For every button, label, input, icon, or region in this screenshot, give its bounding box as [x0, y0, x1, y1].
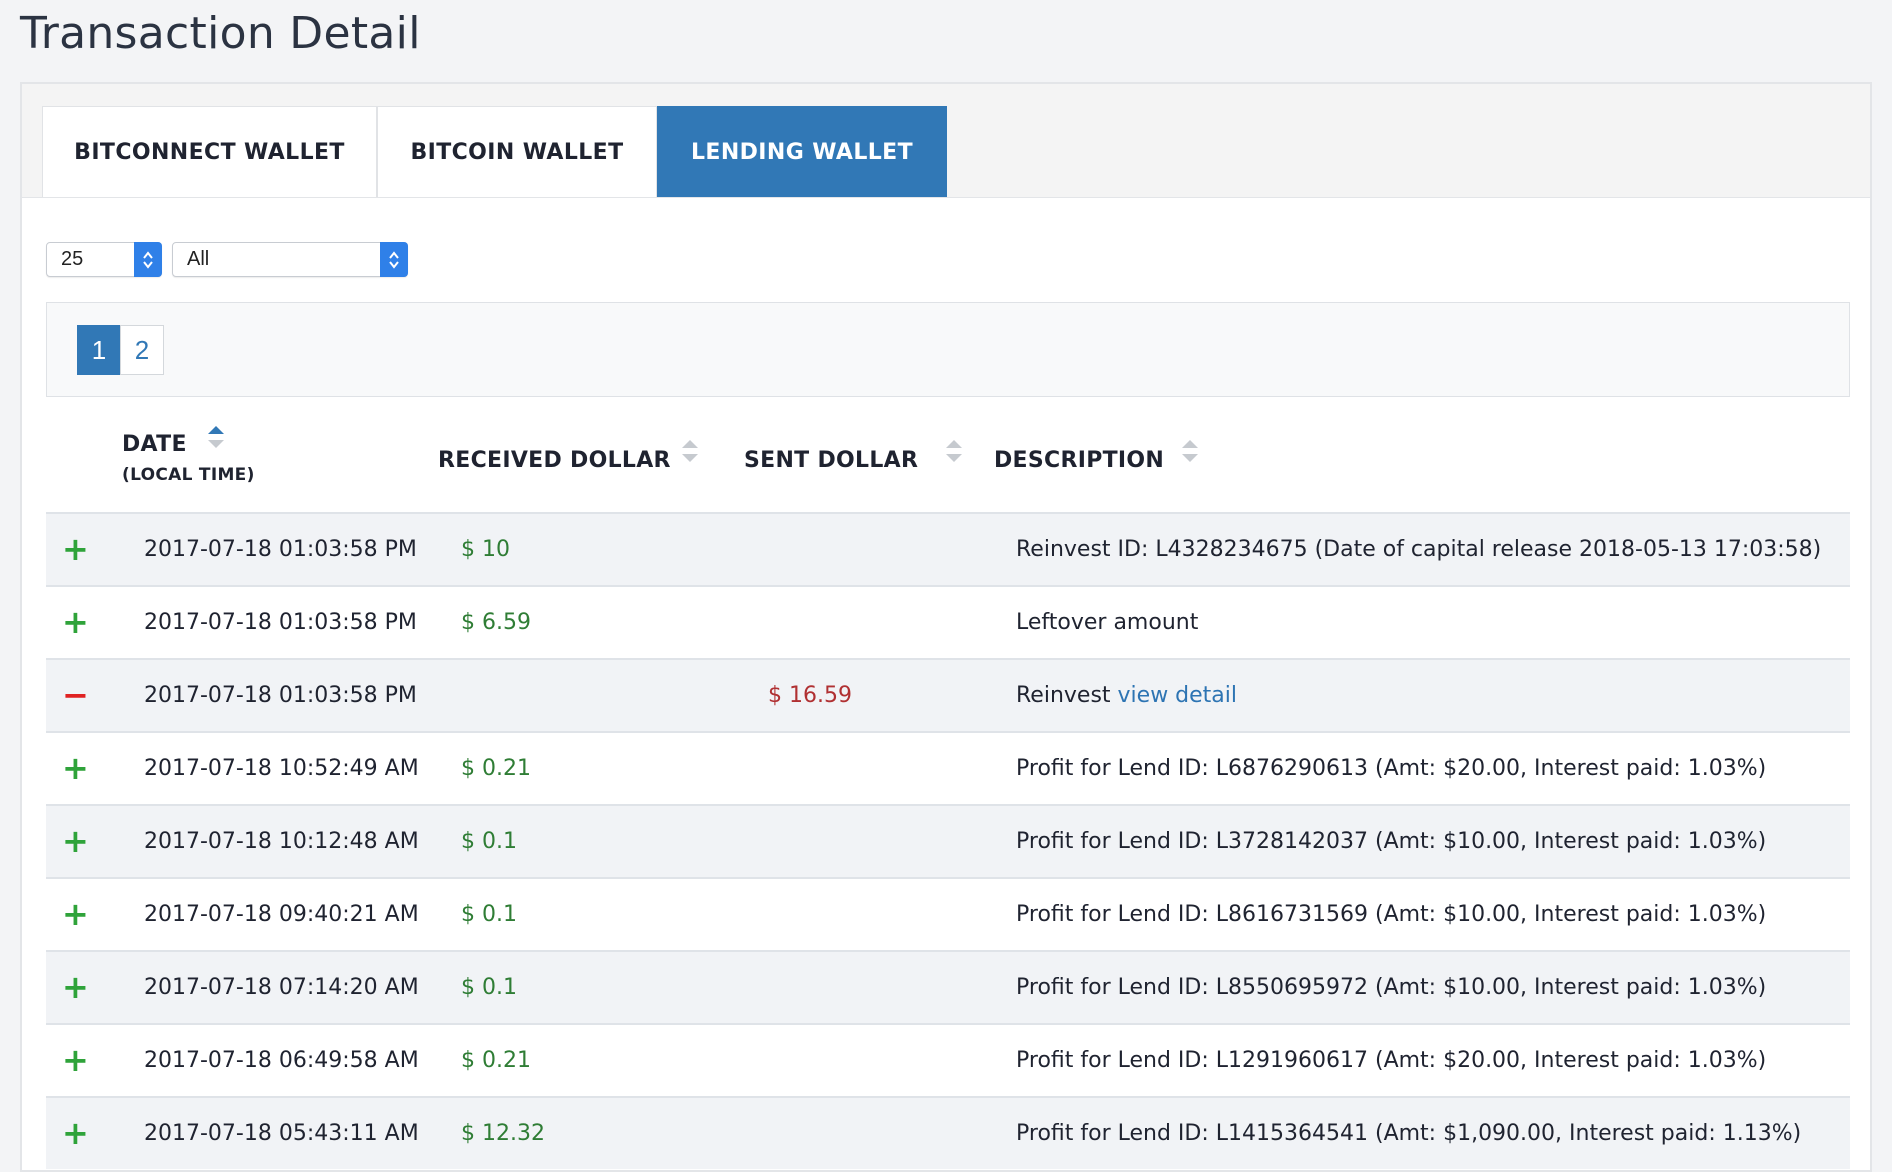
sort-arrows-icon[interactable]	[1180, 436, 1200, 470]
table-row: + 2017-07-18 06:49:58 AM $ 0.21 Profit f…	[46, 1023, 1850, 1096]
table-row: + 2017-07-18 05:43:11 AM $ 12.32 Profit …	[46, 1096, 1850, 1169]
row-description: Profit for Lend ID: L6876290613 (Amt: $2…	[1016, 756, 1767, 781]
page-1-button[interactable]: 1	[77, 325, 121, 375]
row-received: $ 0.21	[461, 1048, 531, 1073]
type-filter-value: All	[187, 248, 210, 270]
row-description: Profit for Lend ID: L1291960617 (Amt: $2…	[1016, 1048, 1767, 1073]
transactions-card: BITCONNECT WALLET BITCOIN WALLET LENDING…	[20, 82, 1872, 1172]
tab-bitconnect-wallet[interactable]: BITCONNECT WALLET	[42, 106, 377, 197]
column-header-date[interactable]: DATE (LOCAL TIME)	[122, 432, 255, 485]
row-description: Profit for Lend ID: L8616731569 (Amt: $1…	[1016, 902, 1767, 927]
plus-icon: +	[62, 1114, 89, 1152]
wallet-tabs: BITCONNECT WALLET BITCOIN WALLET LENDING…	[22, 84, 1870, 198]
table-row: + 2017-07-18 10:12:48 AM $ 0.1 Profit fo…	[46, 804, 1850, 877]
page-size-value: 25	[61, 248, 84, 270]
row-received: $ 0.1	[461, 975, 517, 1000]
table-row: + 2017-07-18 01:03:58 PM $ 10 Reinvest I…	[46, 512, 1850, 585]
page-size-select[interactable]: 25	[46, 242, 162, 277]
row-date: 2017-07-18 01:03:58 PM	[144, 683, 417, 708]
updown-chevron-icon	[380, 242, 408, 277]
row-description: Reinvest ID: L4328234675 (Date of capita…	[1016, 537, 1822, 562]
table-row: − 2017-07-18 01:03:58 PM $ 16.59 Reinves…	[46, 658, 1850, 731]
view-detail-link[interactable]: view detail	[1118, 683, 1238, 708]
page-title: Transaction Detail	[20, 8, 421, 59]
plus-icon: +	[62, 530, 89, 568]
plus-icon: +	[62, 1041, 89, 1079]
pagination-bar: 1 2	[46, 302, 1850, 397]
updown-chevron-icon	[134, 242, 162, 277]
row-received: $ 10	[461, 537, 510, 562]
row-sent: $ 16.59	[768, 683, 852, 708]
row-date: 2017-07-18 06:49:58 AM	[144, 1048, 419, 1073]
row-received: $ 12.32	[461, 1121, 545, 1146]
sort-arrows-icon[interactable]	[680, 436, 700, 470]
row-description-text: Reinvest	[1016, 683, 1118, 708]
sort-arrows-icon[interactable]	[206, 422, 226, 456]
plus-icon: +	[62, 895, 89, 933]
table-row: + 2017-07-18 10:52:49 AM $ 0.21 Profit f…	[46, 731, 1850, 804]
column-header-sent[interactable]: SENT DOLLAR	[744, 448, 918, 473]
plus-icon: +	[62, 822, 89, 860]
transactions-table-body: + 2017-07-18 01:03:58 PM $ 10 Reinvest I…	[46, 512, 1850, 1169]
row-description: Leftover amount	[1016, 610, 1199, 635]
minus-icon: −	[62, 676, 89, 714]
sort-arrows-icon[interactable]	[944, 436, 964, 470]
column-header-description[interactable]: DESCRIPTION	[994, 448, 1164, 473]
table-row: + 2017-07-18 09:40:21 AM $ 0.1 Profit fo…	[46, 877, 1850, 950]
row-received: $ 0.1	[461, 902, 517, 927]
row-date: 2017-07-18 07:14:20 AM	[144, 975, 419, 1000]
table-row: + 2017-07-18 07:14:20 AM $ 0.1 Profit fo…	[46, 950, 1850, 1023]
row-date: 2017-07-18 01:03:58 PM	[144, 537, 417, 562]
table-row: + 2017-07-18 01:03:58 PM $ 6.59 Leftover…	[46, 585, 1850, 658]
tab-bitcoin-wallet[interactable]: BITCOIN WALLET	[377, 106, 657, 197]
row-received: $ 6.59	[461, 610, 531, 635]
row-description: Profit for Lend ID: L1415364541 (Amt: $1…	[1016, 1121, 1802, 1146]
row-description: Reinvest view detail	[1016, 660, 1237, 731]
date-header-label: DATE	[122, 432, 187, 457]
row-date: 2017-07-18 10:12:48 AM	[144, 829, 419, 854]
row-date: 2017-07-18 01:03:58 PM	[144, 610, 417, 635]
row-received: $ 0.1	[461, 829, 517, 854]
tab-lending-wallet[interactable]: LENDING WALLET	[657, 106, 947, 197]
row-date: 2017-07-18 10:52:49 AM	[144, 756, 419, 781]
plus-icon: +	[62, 968, 89, 1006]
row-date: 2017-07-18 05:43:11 AM	[144, 1121, 419, 1146]
plus-icon: +	[62, 749, 89, 787]
row-description: Profit for Lend ID: L8550695972 (Amt: $1…	[1016, 975, 1767, 1000]
row-description: Profit for Lend ID: L3728142037 (Amt: $1…	[1016, 829, 1767, 854]
plus-icon: +	[62, 603, 89, 641]
date-header-sublabel: (LOCAL TIME)	[122, 465, 255, 485]
row-received: $ 0.21	[461, 756, 531, 781]
type-filter-select[interactable]: All	[172, 242, 408, 277]
row-date: 2017-07-18 09:40:21 AM	[144, 902, 419, 927]
page-2-button[interactable]: 2	[120, 325, 164, 375]
column-header-received[interactable]: RECEIVED DOLLAR	[438, 448, 671, 473]
